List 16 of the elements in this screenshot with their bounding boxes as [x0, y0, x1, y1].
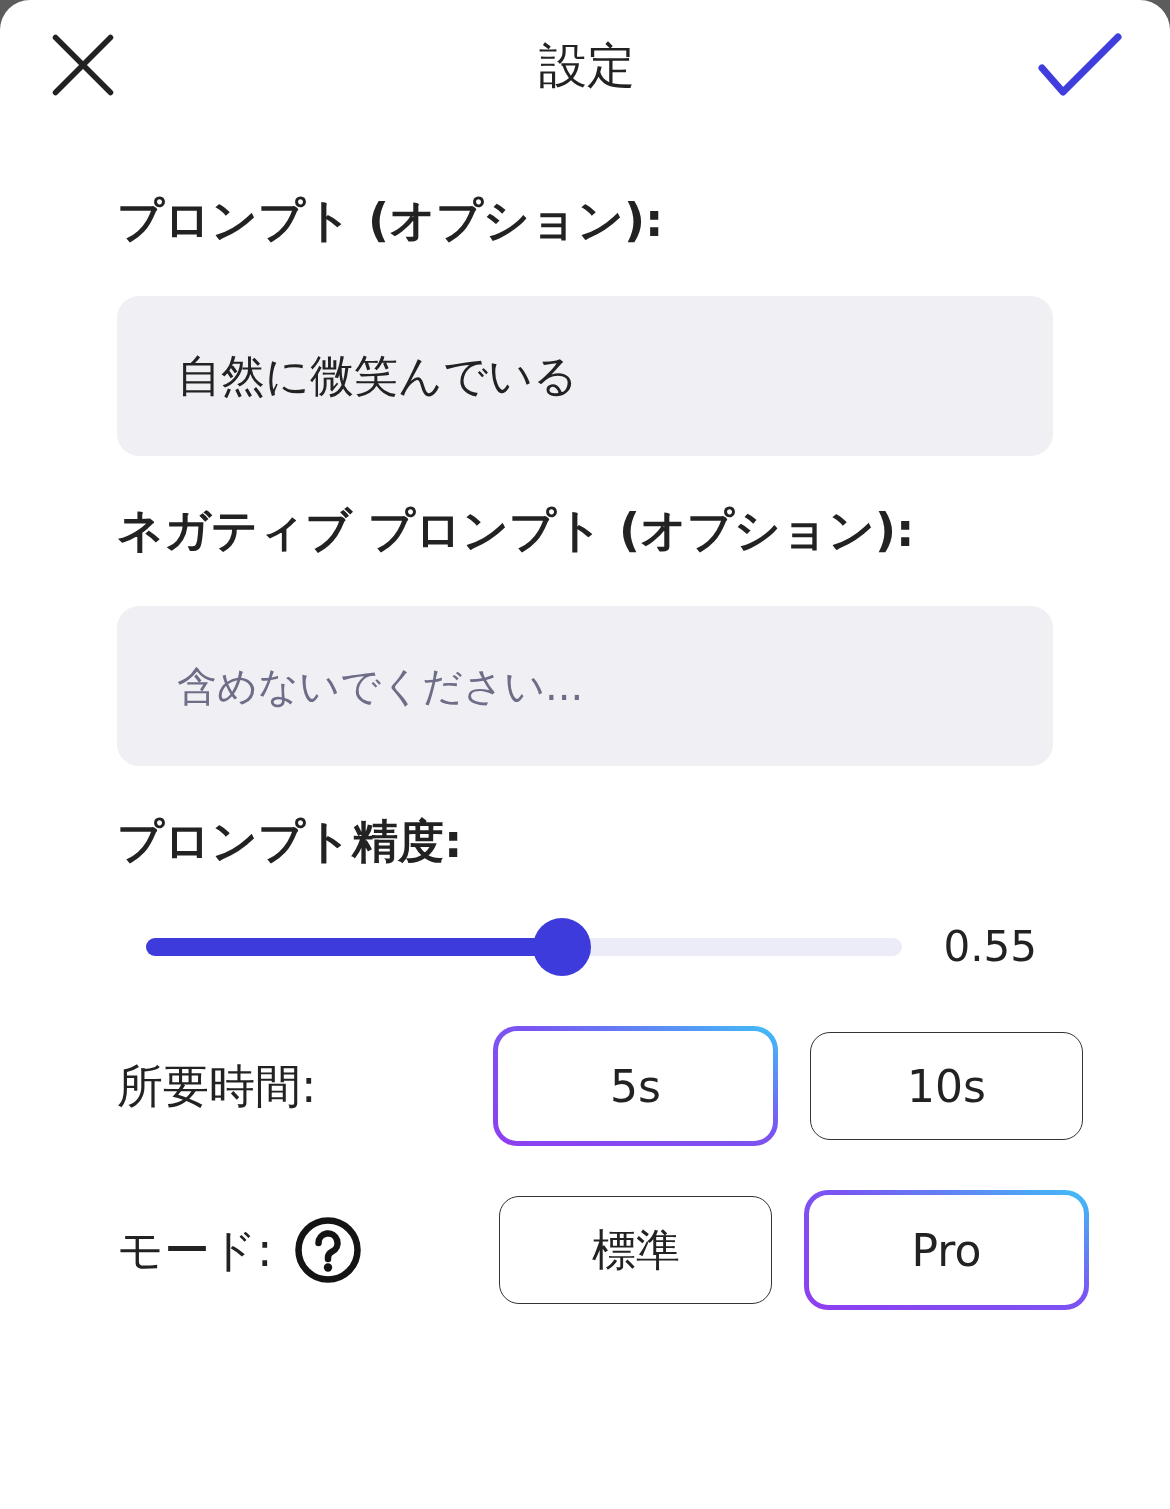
close-icon[interactable] — [52, 34, 114, 96]
slider-thumb[interactable] — [532, 918, 591, 976]
prompt-label: プロンプト (オプション): — [117, 192, 665, 248]
help-icon[interactable] — [294, 1217, 361, 1283]
duration-option[interactable]: 10s — [810, 1032, 1083, 1140]
window-title: 設定 — [539, 36, 635, 95]
negative-prompt-label: ネガティブ プロンプト (オプション): — [117, 502, 916, 558]
check-icon[interactable] — [1038, 33, 1122, 97]
mode-label: モード: — [117, 1222, 273, 1278]
prompt-input[interactable]: 自然に微笑んでいる — [117, 296, 1053, 456]
precision-label: プロンプト精度: — [117, 813, 464, 869]
slider-track[interactable] — [146, 918, 902, 976]
duration-label: 所要時間: — [117, 1058, 317, 1114]
negative-prompt-input[interactable]: 含めないでください... — [117, 606, 1053, 766]
mode-option[interactable]: 標準 — [499, 1196, 772, 1304]
slider-value: 0.55 — [943, 922, 1037, 972]
